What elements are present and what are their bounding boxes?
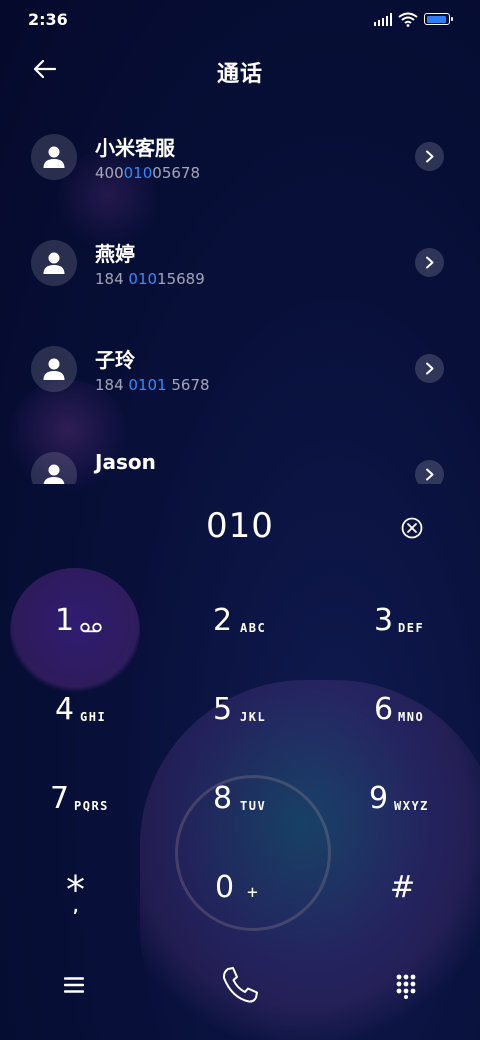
key-digit: 1 bbox=[55, 603, 75, 638]
contact-list[interactable]: 小米客服 40001005678 燕婷 184 01015689 子玲 184 … bbox=[0, 106, 480, 484]
dialpad-icon bbox=[396, 974, 416, 999]
contact-details-button[interactable] bbox=[415, 142, 444, 171]
contact-name: 子玲 bbox=[95, 348, 135, 372]
number-match: 0101 bbox=[128, 376, 167, 394]
key-letters: MNO bbox=[398, 710, 425, 724]
contact-item[interactable]: 小米客服 40001005678 bbox=[0, 106, 480, 212]
contact-number: 40001005678 bbox=[95, 164, 200, 182]
number-suffix: 5678 bbox=[166, 376, 210, 394]
key-letters: GHI bbox=[80, 710, 107, 724]
key-7[interactable]: 7 PQRS bbox=[40, 756, 160, 836]
number-match: 010 bbox=[123, 164, 153, 182]
dialpad-toggle-button[interactable] bbox=[395, 973, 417, 999]
avatar bbox=[31, 452, 77, 484]
call-button[interactable] bbox=[218, 963, 262, 1007]
key-digit: 7 bbox=[50, 781, 70, 816]
avatar bbox=[31, 346, 77, 392]
key-star[interactable]: * , bbox=[56, 845, 176, 925]
key-digit: 2 bbox=[213, 603, 233, 638]
key-6[interactable]: 6 MNO bbox=[364, 667, 480, 747]
chevron-right-icon bbox=[426, 468, 434, 481]
chevron-right-icon bbox=[426, 256, 434, 269]
key-digit: 4 bbox=[55, 692, 75, 727]
menu-icon bbox=[63, 977, 85, 993]
key-letters: JKL bbox=[240, 710, 267, 724]
chevron-right-icon bbox=[426, 362, 434, 375]
number-match: 010 bbox=[128, 270, 158, 288]
key-letters: , bbox=[71, 897, 83, 916]
key-letters: DEF bbox=[398, 621, 425, 635]
number-prefix: 400 bbox=[95, 164, 124, 182]
clear-circle-icon bbox=[401, 517, 423, 539]
key-letters: WXYZ bbox=[394, 799, 429, 813]
signal-icon bbox=[374, 13, 392, 26]
contact-details-button[interactable] bbox=[415, 248, 444, 277]
status-bar: 2:36 bbox=[0, 0, 480, 40]
wifi-icon bbox=[398, 12, 418, 27]
page-title: 通话 bbox=[216, 62, 263, 87]
key-2[interactable]: 2 ABC bbox=[203, 578, 323, 658]
key-digit: 5 bbox=[213, 692, 233, 727]
bottom-bar bbox=[0, 955, 480, 1015]
avatar bbox=[31, 134, 77, 180]
clear-button[interactable] bbox=[400, 516, 424, 540]
number-suffix: 05678 bbox=[152, 164, 200, 182]
key-hash[interactable]: # bbox=[380, 845, 480, 925]
key-0[interactable]: 0 + bbox=[205, 845, 325, 925]
chevron-right-icon bbox=[426, 150, 434, 163]
key-letters: ABC bbox=[240, 621, 267, 635]
key-digit: 0 bbox=[215, 870, 235, 905]
key-5[interactable]: 5 JKL bbox=[203, 667, 323, 747]
key-4[interactable]: 4 GHI bbox=[45, 667, 165, 747]
key-3[interactable]: 3 DEF bbox=[364, 578, 480, 658]
battery-fill bbox=[426, 15, 447, 23]
menu-button[interactable] bbox=[63, 975, 85, 995]
key-1[interactable]: 1 bbox=[45, 578, 165, 658]
key-digit: 9 bbox=[369, 781, 389, 816]
key-letters: + bbox=[247, 882, 260, 903]
person-icon bbox=[43, 464, 65, 484]
key-digit: 3 bbox=[374, 603, 394, 638]
number-suffix: 15689 bbox=[157, 270, 205, 288]
phone-icon bbox=[222, 967, 258, 1003]
key-letters: PQRS bbox=[74, 799, 109, 813]
contact-details-button[interactable] bbox=[415, 460, 444, 484]
contact-name: 小米客服 bbox=[95, 136, 175, 160]
contact-name: 燕婷 bbox=[95, 242, 135, 266]
person-icon bbox=[43, 146, 65, 168]
contact-name: Jason bbox=[95, 450, 156, 474]
number-prefix: 184 bbox=[95, 376, 129, 394]
key-9[interactable]: 9 WXYZ bbox=[359, 756, 479, 836]
battery-icon bbox=[424, 13, 453, 25]
key-letters: TUV bbox=[240, 799, 267, 813]
dial-display: 010 bbox=[0, 496, 480, 558]
status-time: 2:36 bbox=[28, 10, 68, 29]
contact-details-button[interactable] bbox=[415, 354, 444, 383]
contact-item[interactable]: 子玲 184 0101 5678 bbox=[0, 318, 480, 424]
key-digit: 6 bbox=[374, 692, 394, 727]
key-digit: # bbox=[390, 870, 416, 905]
key-digit: 8 bbox=[213, 781, 233, 816]
contact-item[interactable]: 燕婷 184 01015689 bbox=[0, 212, 480, 318]
avatar bbox=[31, 240, 77, 286]
key-8[interactable]: 8 TUV bbox=[203, 756, 323, 836]
contact-item[interactable]: Jason bbox=[0, 424, 480, 484]
person-icon bbox=[43, 252, 65, 274]
header: 通话 bbox=[0, 44, 480, 96]
contact-number: 184 01015689 bbox=[95, 270, 205, 288]
person-icon bbox=[43, 358, 65, 380]
keypad: 1 2 ABC 3 DEF 4 GHI 5 JKL 6 MNO 7 PQRS 8… bbox=[0, 578, 480, 933]
voicemail-icon bbox=[80, 622, 102, 633]
contact-number: 184 0101 5678 bbox=[95, 376, 210, 394]
number-prefix: 184 bbox=[95, 270, 129, 288]
